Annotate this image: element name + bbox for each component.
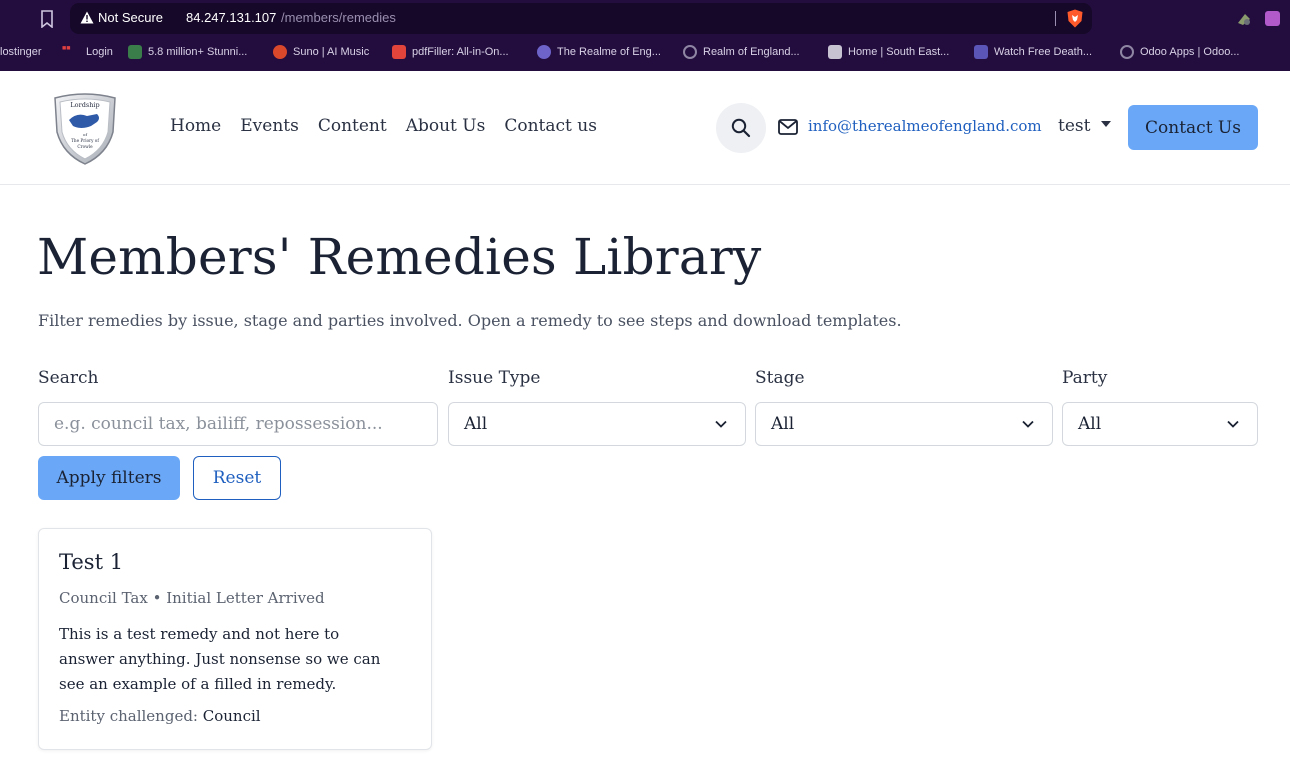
url-host[interactable]: 84.247.131.107 xyxy=(186,10,276,25)
email-link[interactable]: info@therealmeofengland.com xyxy=(808,117,1042,135)
logo-text-line-4: Crowle xyxy=(77,144,93,149)
brave-shield-icon[interactable] xyxy=(1066,9,1084,28)
caret-down-icon xyxy=(1101,121,1112,127)
apply-filters-button[interactable]: Apply filters xyxy=(38,456,180,500)
search-button[interactable] xyxy=(716,103,766,153)
shield-icon xyxy=(537,45,551,59)
address-row: Not Secure 84.247.131.107 /members/remed… xyxy=(0,0,1290,38)
stage-select[interactable]: All xyxy=(755,402,1053,446)
nav-events[interactable]: Events xyxy=(240,116,299,136)
px-icon xyxy=(128,45,142,59)
page-subtitle: Filter remedies by issue, stage and part… xyxy=(38,311,902,330)
remedy-meta: Council Tax • Initial Letter Arrived xyxy=(59,589,325,607)
bookmark-item[interactable]: Realm of England... xyxy=(683,40,800,64)
suno-icon xyxy=(273,45,287,59)
entity-label: Entity challenged: xyxy=(59,707,198,725)
bookmark-item[interactable]: Home | South East... xyxy=(828,40,949,64)
remedy-title[interactable]: Test 1 xyxy=(59,550,123,574)
search-placeholder: e.g. council tax, bailiff, repossession.… xyxy=(54,414,383,434)
search-input[interactable]: e.g. council tax, bailiff, repossession.… xyxy=(38,402,438,446)
bookmark-item[interactable]: 5.8 million+ Stunni... xyxy=(128,40,247,64)
nav-home[interactable]: Home xyxy=(170,116,221,136)
security-label[interactable]: Not Secure xyxy=(98,10,163,25)
site-header: Lordship of The Priory of Crowle Home Ev… xyxy=(0,71,1290,185)
user-menu[interactable]: test xyxy=(1058,116,1112,136)
issue-type-select[interactable]: All xyxy=(448,402,746,446)
bookmark-icon[interactable] xyxy=(40,10,54,28)
play-icon xyxy=(974,45,988,59)
issue-type-value: All xyxy=(464,414,488,434)
search-label: Search xyxy=(38,368,99,388)
nav-contact-us[interactable]: Contact us xyxy=(504,116,597,136)
nav-content[interactable]: Content xyxy=(318,116,387,136)
chevron-down-icon xyxy=(1022,420,1034,428)
cursor-divider xyxy=(1055,11,1056,26)
bookmark-item[interactable]: lostinger xyxy=(0,40,42,64)
bookmark-item[interactable]: Odoo Apps | Odoo... xyxy=(1120,40,1239,64)
login-icon: ■■ xyxy=(62,45,71,52)
remedy-entity: Entity challenged: Council xyxy=(59,707,261,725)
party-select[interactable]: All xyxy=(1062,402,1258,446)
stage-value: All xyxy=(771,414,795,434)
chevron-down-icon xyxy=(1227,420,1239,428)
remedy-description: This is a test remedy and not here to an… xyxy=(59,625,381,693)
reset-button[interactable]: Reset xyxy=(193,456,281,500)
party-value: All xyxy=(1078,414,1102,434)
entity-value: Council xyxy=(202,707,261,725)
warning-icon xyxy=(80,11,94,24)
party-label: Party xyxy=(1062,368,1108,388)
issue-type-label: Issue Type xyxy=(448,368,541,388)
globe-icon xyxy=(1120,45,1134,59)
site-logo[interactable]: Lordship of The Priory of Crowle xyxy=(51,92,119,166)
user-name: test xyxy=(1058,116,1091,136)
nav-about-us[interactable]: About Us xyxy=(406,116,486,136)
search-icon xyxy=(731,118,751,138)
remedy-card[interactable]: Test 1 Council Tax • Initial Letter Arri… xyxy=(38,528,432,750)
main-nav: Home Events Content About Us Contact us xyxy=(170,116,616,136)
logo-text-line-3: The Priory of xyxy=(71,138,99,143)
bookmarks-bar: lostinger ■■ Login 5.8 million+ Stunni...… xyxy=(0,40,1290,64)
page-icon xyxy=(828,45,842,59)
bookmark-item[interactable]: The Realme of Eng... xyxy=(537,40,661,64)
logo-text-line-1: Lordship xyxy=(70,101,99,109)
stage-label: Stage xyxy=(755,368,805,388)
logo-text-line-2: of xyxy=(83,132,87,137)
extension-purple-icon[interactable] xyxy=(1265,11,1280,26)
bookmark-item[interactable]: Suno | AI Music xyxy=(273,40,369,64)
chevron-down-icon xyxy=(715,420,727,428)
mail-icon xyxy=(778,119,798,135)
bookmark-item[interactable]: ■■ Login xyxy=(62,40,113,64)
contact-us-button[interactable]: Contact Us xyxy=(1128,105,1258,150)
bookmark-item[interactable]: Watch Free Death... xyxy=(974,40,1092,64)
browser-chrome: Not Secure 84.247.131.107 /members/remed… xyxy=(0,0,1290,71)
globe-icon xyxy=(683,45,697,59)
pdffiller-icon xyxy=(392,45,406,59)
bookmark-item[interactable]: pdfFiller: All-in-On... xyxy=(392,40,509,64)
url-path[interactable]: /members/remedies xyxy=(281,10,396,25)
extension-icon[interactable] xyxy=(1236,11,1252,27)
page-title: Members' Remedies Library xyxy=(37,228,762,286)
